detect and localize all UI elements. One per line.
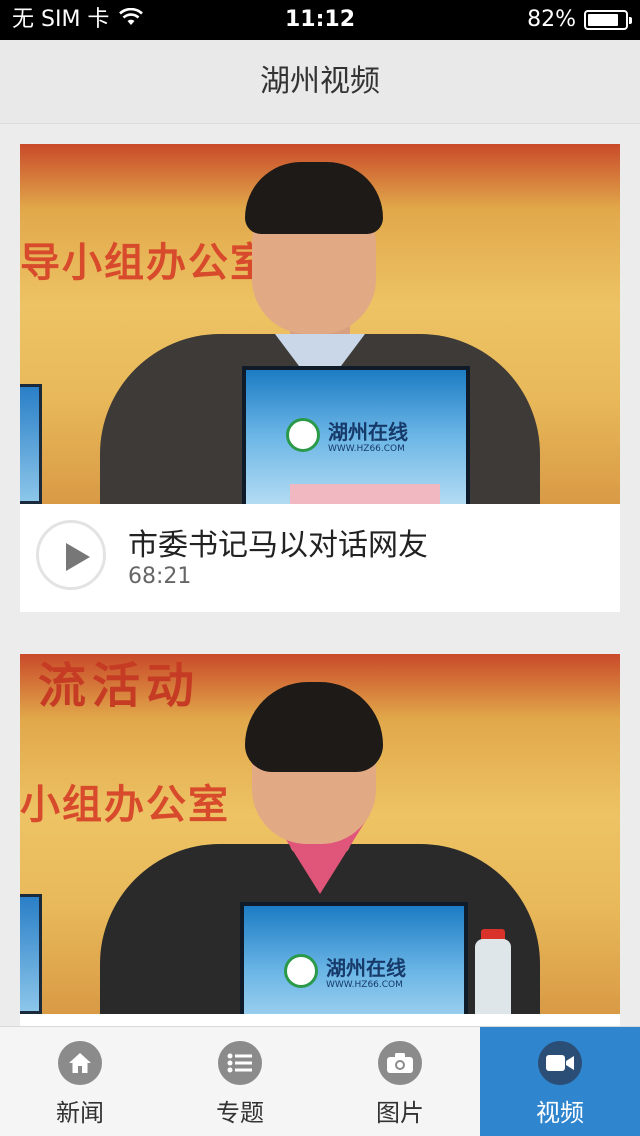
tab-photos[interactable]: 图片 (320, 1027, 480, 1136)
video-duration: 68:21 (128, 564, 192, 589)
battery-percent: 82% (527, 7, 576, 32)
play-icon (66, 543, 90, 571)
side-monitor (20, 894, 42, 1014)
battery-icon (584, 10, 632, 30)
monitor-url: WWW.HZ66.COM (326, 980, 403, 990)
status-bar: 无 SIM 卡 11:12 82% (0, 0, 640, 40)
paper (290, 484, 440, 504)
status-right: 82% (527, 0, 632, 40)
page-title: 湖州视频 (260, 64, 380, 99)
monitor-url: WWW.HZ66.COM (328, 444, 405, 454)
tab-label: 专题 (216, 1099, 264, 1127)
video-card[interactable]: 流活动 小组办公室 湖州在线 WWW.HZ66.COM (20, 654, 620, 1026)
person-hair (245, 162, 383, 234)
banner-text: 小组办公室 (20, 781, 230, 828)
tab-topics[interactable]: 专题 (160, 1027, 320, 1136)
tab-label: 图片 (376, 1099, 424, 1127)
logo-icon (286, 418, 320, 452)
banner-text: 导小组办公室 (20, 239, 272, 286)
video-thumbnail[interactable]: 导小组办公室 湖州在线 WWW.HZ66.COM (20, 144, 620, 504)
video-info[interactable]: 市委书记马以对话网友 68:21 (20, 504, 620, 612)
nav-bar: 湖州视频 (0, 40, 640, 124)
tab-videos[interactable]: 视频 (480, 1027, 640, 1136)
tab-label: 新闻 (56, 1099, 104, 1127)
list-icon (218, 1041, 262, 1085)
tab-bar: 新闻 专题 图片 视频 (0, 1026, 640, 1136)
video-card[interactable]: 导小组办公室 湖州在线 WWW.HZ66.COM 市委书记马以对话网友 68:2… (20, 144, 620, 612)
monitor-brand: 湖州在线 (326, 956, 406, 980)
water-bottle (475, 939, 511, 1014)
video-list[interactable]: 导小组办公室 湖州在线 WWW.HZ66.COM 市委书记马以对话网友 68:2… (0, 124, 640, 1026)
video-info[interactable] (20, 1014, 620, 1026)
camera-icon (378, 1041, 422, 1085)
monitor-brand: 湖州在线 (328, 420, 408, 444)
side-monitor (20, 384, 42, 504)
video-camera-icon (538, 1041, 582, 1085)
video-title[interactable]: 市委书记马以对话网友 (128, 520, 428, 564)
video-thumbnail[interactable]: 流活动 小组办公室 湖州在线 WWW.HZ66.COM (20, 654, 620, 1014)
banner-text-top: 流活动 (38, 658, 201, 714)
battery-fill (588, 14, 618, 26)
logo-icon (284, 954, 318, 988)
play-button[interactable] (36, 520, 106, 590)
tab-news[interactable]: 新闻 (0, 1027, 160, 1136)
home-icon (58, 1041, 102, 1085)
laptop-screen: 湖州在线 WWW.HZ66.COM (240, 902, 468, 1014)
person-hair (245, 682, 383, 772)
tab-label: 视频 (536, 1099, 584, 1127)
